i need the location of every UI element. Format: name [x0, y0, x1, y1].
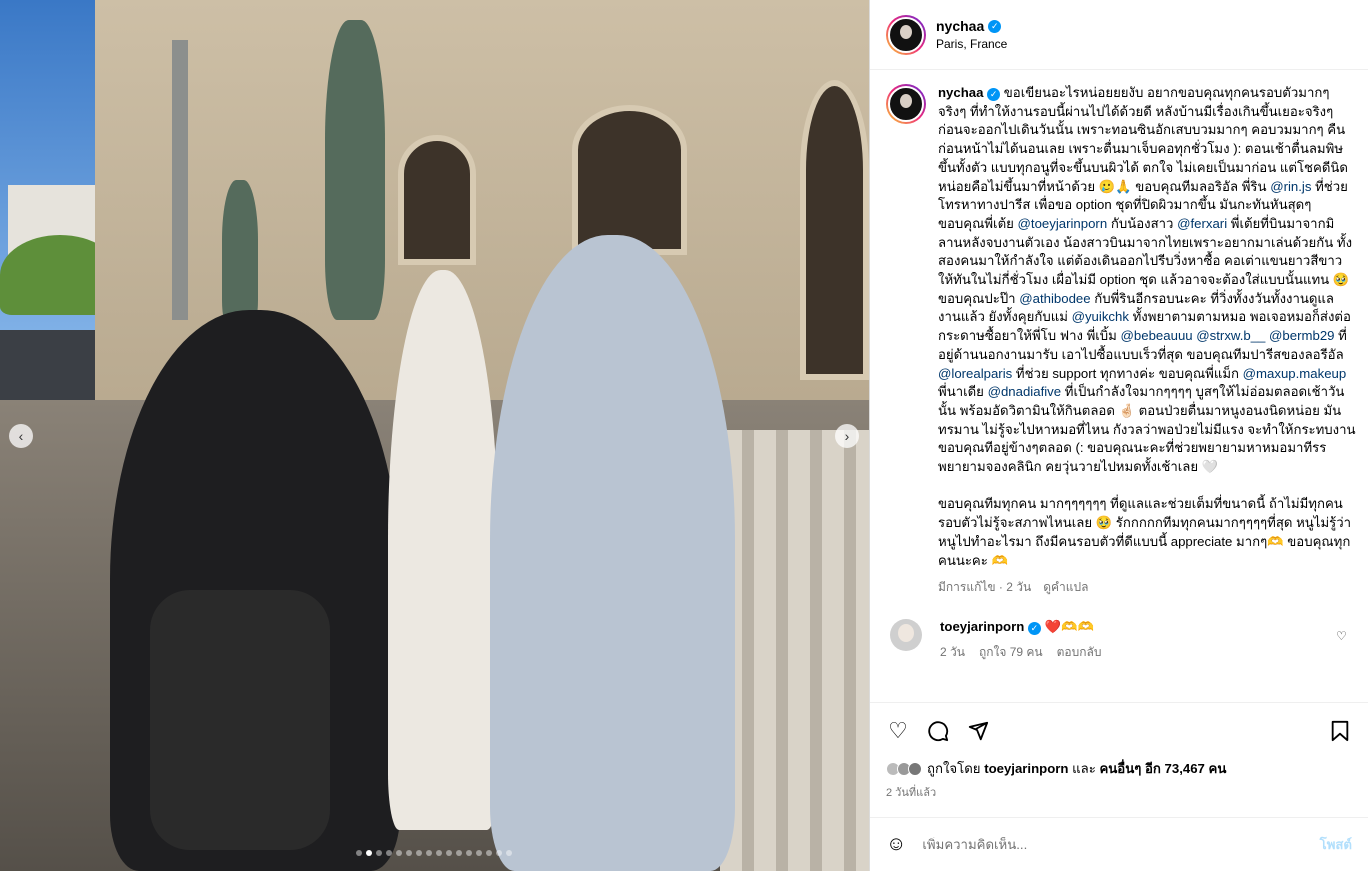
- carousel-dot: [476, 850, 482, 856]
- reply-button[interactable]: ตอบกลับ: [1057, 645, 1102, 659]
- arched-window: [572, 105, 687, 255]
- mention-link[interactable]: @strxw.b__: [1196, 328, 1265, 343]
- mention-link[interactable]: @bebeauuu: [1121, 328, 1193, 343]
- person-right: [490, 235, 735, 871]
- lamp-post: [172, 40, 188, 320]
- mention-link[interactable]: @rin.js: [1270, 179, 1311, 194]
- carousel-dot: [436, 850, 442, 856]
- share-icon[interactable]: [966, 719, 990, 743]
- save-icon[interactable]: [1328, 719, 1352, 743]
- carousel-dot: [416, 850, 422, 856]
- carousel-dot: [406, 850, 412, 856]
- arched-window: [800, 80, 869, 380]
- statue: [222, 180, 258, 330]
- carousel-dot: [426, 850, 432, 856]
- caption-text: ที่ช่วย support ทุกทางค่ะ ขอบคุณพี่แม็ก: [1012, 365, 1243, 381]
- mention-link[interactable]: @maxup.makeup: [1243, 366, 1347, 381]
- carousel-dot: [496, 850, 502, 856]
- caption-text: กับน้องสาว: [1107, 215, 1178, 231]
- caption-text: ที่เป็นกำลังใจมากๆๆๆๆ บูสๆให้ไม่อ่อมตลอด…: [938, 384, 1356, 568]
- verified-icon: ✓: [987, 88, 1001, 101]
- carousel-dot: [396, 850, 402, 856]
- carousel-dot: [486, 850, 492, 856]
- balustrade: [720, 430, 869, 871]
- caption: nychaa ✓ ขอเขียนอะไรหน่อยยยงับ อยากขอบคุ…: [938, 84, 1356, 570]
- carousel-dot: [446, 850, 452, 856]
- post-sidebar: nychaa ✓ Paris, France nychaa ✓ ขอเขียนอะ…: [869, 0, 1368, 871]
- comment-bar: ☺ โพสต์: [870, 817, 1368, 871]
- mention-link[interactable]: @toeyjarinporn: [1018, 216, 1108, 231]
- liked-by-others[interactable]: คนอื่นๆ อีก 73,467 คน: [1099, 761, 1226, 776]
- comment: toeyjarinporn ✓ ❤️🫶🫶 2 วัน ถูกใจ 79 คน ตอบ…: [886, 619, 1352, 662]
- comment-time: 2 วัน: [940, 645, 965, 660]
- carousel-dot: [386, 850, 392, 856]
- caption-username[interactable]: nychaa: [938, 85, 983, 100]
- post-button[interactable]: โพสต์: [1320, 834, 1352, 855]
- like-heart-icon[interactable]: ♡: [886, 718, 910, 743]
- comment-input[interactable]: [922, 837, 1320, 852]
- avatar[interactable]: [886, 14, 926, 55]
- person-center: [388, 270, 498, 830]
- arched-window: [398, 135, 476, 265]
- mention-link[interactable]: @lorealparis: [938, 366, 1012, 381]
- action-bar: ♡: [870, 702, 1368, 758]
- emoji-icon[interactable]: ☺: [886, 833, 906, 856]
- username[interactable]: nychaa: [936, 18, 984, 34]
- post-media[interactable]: ‹ ›: [0, 0, 869, 871]
- comment-icon[interactable]: [926, 719, 950, 743]
- mention-link[interactable]: @ferxari: [1177, 216, 1227, 231]
- comment-text: ❤️: [1044, 619, 1062, 635]
- edited-label: มีการแก้ไข · 2 วัน: [938, 580, 1032, 595]
- carousel-dot: [506, 850, 512, 856]
- liked-by-and: และ: [1072, 761, 1096, 776]
- comment-heart-icon[interactable]: ♡: [1336, 629, 1352, 662]
- liker-avatar: [908, 761, 922, 776]
- caption-text: ขอเขียนอะไรหน่อยยยงับ อยากขอบคุณทุกคนรอบ…: [938, 85, 1348, 194]
- liked-by-user[interactable]: toeyjarinporn: [984, 761, 1068, 776]
- verified-icon: ✓: [988, 19, 1002, 33]
- prev-icon[interactable]: ‹: [9, 424, 33, 448]
- post-header: nychaa ✓ Paris, France: [870, 0, 1368, 70]
- comment-username[interactable]: toeyjarinporn: [940, 619, 1024, 634]
- carousel-dot: [466, 850, 472, 856]
- statue: [325, 20, 385, 320]
- comment-likes[interactable]: ถูกใจ 79 คน: [979, 645, 1043, 659]
- mention-link[interactable]: @yuikchk: [1072, 309, 1129, 324]
- mention-link[interactable]: @bermb29: [1269, 328, 1334, 343]
- post-time[interactable]: 2 วันที่แล้ว: [870, 779, 1368, 801]
- liked-by-label: ถูกใจโดย: [927, 761, 981, 776]
- translate-link[interactable]: ดูคำแปล: [1043, 580, 1088, 594]
- location[interactable]: Paris, France: [936, 37, 1007, 51]
- comment-avatar[interactable]: [890, 619, 922, 652]
- carousel-dots: [356, 850, 512, 856]
- mention-link[interactable]: @athibodee: [1019, 291, 1090, 306]
- handbag: [150, 590, 330, 850]
- caption-avatar[interactable]: [886, 84, 926, 124]
- comment-extra: 🫶🫶: [1061, 619, 1094, 635]
- next-icon[interactable]: ›: [835, 424, 859, 448]
- verified-icon: ✓: [1027, 622, 1041, 636]
- carousel-dot: [356, 850, 362, 856]
- carousel-dot: [456, 850, 462, 856]
- carousel-dot: [366, 850, 372, 856]
- likes-summary: ถูกใจโดย toeyjarinporn และ คนอื่นๆ อีก 7…: [870, 758, 1368, 779]
- carousel-dot: [376, 850, 382, 856]
- mention-link[interactable]: @dnadiafive: [988, 384, 1062, 399]
- comments-scroll[interactable]: nychaa ✓ ขอเขียนอะไรหน่อยยยงับ อยากขอบคุ…: [870, 70, 1368, 702]
